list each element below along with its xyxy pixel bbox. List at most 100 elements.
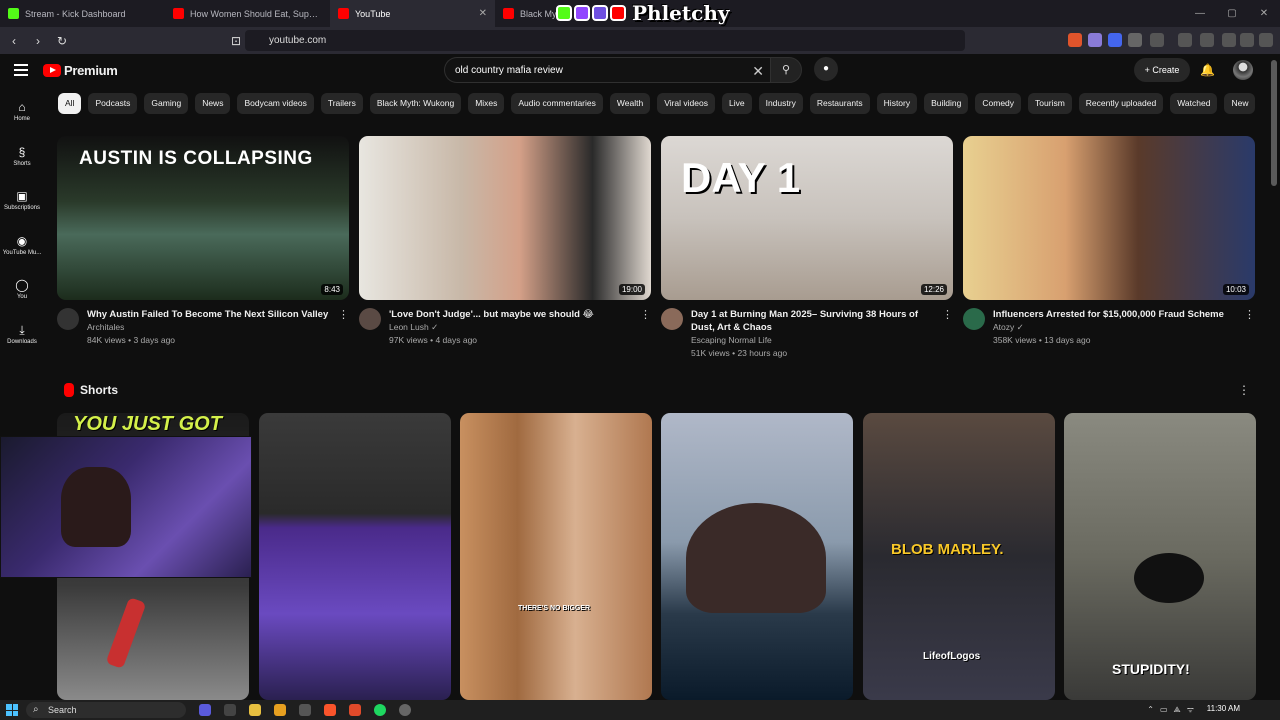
hamburger-menu-icon[interactable] xyxy=(14,64,28,79)
create-button[interactable]: + Create xyxy=(1134,58,1190,82)
close-tab-icon[interactable]: ✕ xyxy=(479,8,487,19)
search-button[interactable]: ⚲ xyxy=(770,57,802,83)
close-window-icon[interactable]: ✕ xyxy=(1248,0,1280,27)
extension-icon[interactable] xyxy=(1088,33,1102,47)
page-scrollbar[interactable] xyxy=(1271,60,1277,186)
video-title[interactable]: 'Love Don't Judge'... but maybe we shoul… xyxy=(389,308,637,321)
chip-building[interactable]: Building xyxy=(924,93,969,114)
chip-gaming[interactable]: Gaming xyxy=(144,93,189,114)
youtube-logo[interactable]: Premium xyxy=(43,63,118,78)
shorts-more-options-icon[interactable]: ⋮ xyxy=(1238,383,1250,397)
sidebar-item-shorts[interactable]: § Shorts xyxy=(0,137,44,182)
video-thumbnail[interactable]: DAY 1 12:26 xyxy=(661,136,953,300)
chip-news[interactable]: News xyxy=(195,93,231,114)
file-explorer-icon[interactable] xyxy=(249,704,261,716)
video-card[interactable]: 19:00 'Love Don't Judge'... but maybe we… xyxy=(359,136,651,347)
channel-name[interactable]: Atozy ✓ xyxy=(993,321,1255,334)
bookmark-icon[interactable]: ⊡ xyxy=(226,34,246,48)
chip-podcasts[interactable]: Podcasts xyxy=(88,93,138,114)
channel-avatar[interactable] xyxy=(661,308,683,330)
more-options-icon[interactable]: ⋮ xyxy=(338,308,349,321)
chip-restaurants[interactable]: Restaurants xyxy=(809,93,870,114)
channel-name[interactable]: Leon Lush ✓ xyxy=(389,321,651,334)
back-icon[interactable]: ‹ xyxy=(4,34,24,48)
app-icon[interactable] xyxy=(299,704,311,716)
account-avatar[interactable] xyxy=(1233,60,1253,80)
video-title[interactable]: Day 1 at Burning Man 2025– Surviving 38 … xyxy=(691,308,939,334)
sidebar-item-home[interactable]: ⌂ Home xyxy=(0,92,44,137)
sidebar-icon[interactable] xyxy=(1150,33,1164,47)
taskbar-clock[interactable]: 11:30 AM xyxy=(1207,704,1240,713)
short-card[interactable]: THERE'S NO BIGGER xyxy=(460,413,652,700)
chip-industry[interactable]: Industry xyxy=(758,93,803,114)
puzzle-icon[interactable] xyxy=(1128,33,1142,47)
video-thumbnail[interactable]: 19:00 xyxy=(359,136,651,300)
short-card[interactable] xyxy=(661,413,853,700)
extension-icon[interactable] xyxy=(1068,33,1082,47)
video-card[interactable]: DAY 1 12:26 Day 1 at Burning Man 2025– S… xyxy=(661,136,953,360)
sidebar-item-youtube-music[interactable]: ◉ YouTube Mu... xyxy=(0,226,44,271)
sidebar-item-subscriptions[interactable]: ▣ Subscriptions xyxy=(0,181,44,226)
chip-new[interactable]: New xyxy=(1224,93,1256,114)
video-thumbnail[interactable]: 10:03 xyxy=(963,136,1255,300)
more-options-icon[interactable]: ⋮ xyxy=(640,308,651,321)
settings-icon[interactable] xyxy=(399,704,411,716)
chip-comedy[interactable]: Comedy xyxy=(975,93,1022,114)
channel-avatar[interactable] xyxy=(57,308,79,330)
forward-icon[interactable]: › xyxy=(28,34,48,48)
chip-mixes[interactable]: Mixes xyxy=(468,93,505,114)
chip-black-myth-wukong[interactable]: Black Myth: Wukong xyxy=(369,93,462,114)
more-options-icon[interactable]: ⋮ xyxy=(1244,308,1255,321)
video-title[interactable]: Why Austin Failed To Become The Next Sil… xyxy=(87,308,335,321)
menu-icon[interactable] xyxy=(1259,33,1273,47)
music-icon[interactable] xyxy=(1178,33,1192,47)
chip-tourism[interactable]: Tourism xyxy=(1028,93,1072,114)
leo-icon[interactable] xyxy=(1222,33,1236,47)
short-card[interactable] xyxy=(259,413,451,700)
video-title[interactable]: Influencers Arrested for $15,000,000 Fra… xyxy=(993,308,1241,321)
chip-audio-commentaries[interactable]: Audio commentaries xyxy=(511,93,603,114)
chip-history[interactable]: History xyxy=(876,93,918,114)
chip-bodycam-videos[interactable]: Bodycam videos xyxy=(237,93,314,114)
clear-search-icon[interactable]: ✕ xyxy=(752,63,764,80)
chip-wealth[interactable]: Wealth xyxy=(609,93,651,114)
system-tray[interactable]: ⌃▭⟁ᯤ xyxy=(1147,704,1200,715)
tab-kick-dashboard[interactable]: Stream - Kick Dashboard xyxy=(0,0,165,27)
channel-avatar[interactable] xyxy=(963,308,985,330)
channel-name[interactable]: Escaping Normal Life xyxy=(691,334,953,347)
chip-live[interactable]: Live xyxy=(721,93,752,114)
chip-viral-videos[interactable]: Viral videos xyxy=(657,93,715,114)
brave-icon[interactable] xyxy=(324,704,336,716)
folder-icon[interactable] xyxy=(274,704,286,716)
chip-all[interactable]: All xyxy=(58,93,82,114)
search-input[interactable]: old country mafia review ✕ xyxy=(444,57,774,83)
maximize-icon[interactable]: ▢ xyxy=(1216,0,1248,27)
reader-icon[interactable] xyxy=(1200,33,1214,47)
chip-watched[interactable]: Watched xyxy=(1170,93,1218,114)
spotify-icon[interactable] xyxy=(374,704,386,716)
sidebar-item-downloads[interactable]: ⤓ Downloads xyxy=(0,315,44,360)
sidebar-item-you[interactable]: ◯ You xyxy=(0,270,44,315)
voice-search-button[interactable]: ● xyxy=(814,57,838,81)
tab-women-eat[interactable]: How Women Should Eat, Suppleme... xyxy=(165,0,330,27)
video-card[interactable]: AUSTIN IS COLLAPSING 8:43 Why Austin Fai… xyxy=(57,136,349,347)
video-card[interactable]: 10:03 Influencers Arrested for $15,000,0… xyxy=(963,136,1255,347)
short-card[interactable]: STUPIDITY! xyxy=(1064,413,1256,700)
short-card[interactable]: BLOB MARLEY. LifeofLogos xyxy=(863,413,1055,700)
channel-avatar[interactable] xyxy=(359,308,381,330)
taskbar-search[interactable]: Search xyxy=(26,702,186,718)
task-view-icon[interactable] xyxy=(224,704,236,716)
address-bar[interactable]: youtube.com xyxy=(245,30,965,51)
reload-icon[interactable]: ↻ xyxy=(52,34,72,48)
copilot-icon[interactable] xyxy=(199,704,211,716)
tab-youtube[interactable]: YouTube ✕ xyxy=(330,0,495,27)
more-options-icon[interactable]: ⋮ xyxy=(942,308,953,321)
minimize-icon[interactable]: — xyxy=(1184,0,1216,27)
chip-trailers[interactable]: Trailers xyxy=(320,93,363,114)
windows-start-icon[interactable] xyxy=(6,704,18,716)
obs-icon[interactable] xyxy=(349,704,361,716)
notifications-bell-icon[interactable]: 🔔 xyxy=(1200,63,1215,77)
channel-name[interactable]: Architales xyxy=(87,321,349,334)
video-thumbnail[interactable]: AUSTIN IS COLLAPSING 8:43 xyxy=(57,136,349,300)
chip-recently-uploaded[interactable]: Recently uploaded xyxy=(1078,93,1164,114)
